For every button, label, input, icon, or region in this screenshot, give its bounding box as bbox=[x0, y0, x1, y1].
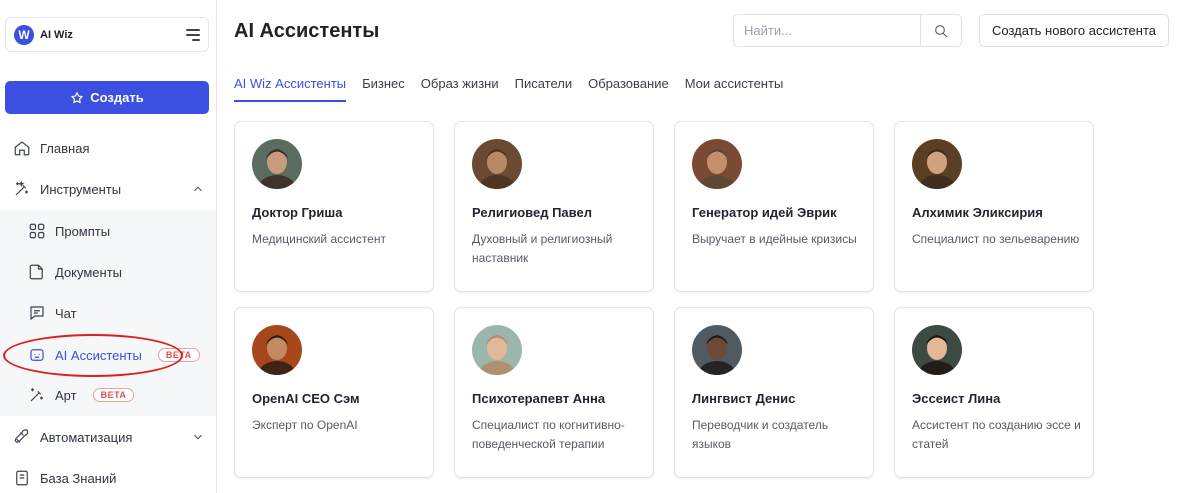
tab-5[interactable]: Мои ассистенты bbox=[685, 76, 784, 102]
assistant-name: OpenAI CEO Сэм bbox=[252, 391, 360, 406]
avatar bbox=[912, 139, 962, 189]
sidebar-item-automation[interactable]: Автоматизация bbox=[0, 418, 217, 456]
sidebar-item-label: Главная bbox=[40, 140, 90, 156]
assistant-card[interactable]: Генератор идей Эврик Выручает в идейные к… bbox=[674, 121, 874, 292]
avatar bbox=[692, 325, 742, 375]
magic-wand-icon bbox=[27, 385, 47, 405]
assistant-card[interactable]: Алхимик Эликсирия Специалист по зельеваре… bbox=[894, 121, 1094, 292]
sidebar-item-chat[interactable]: Чат bbox=[0, 294, 217, 332]
logo-text: AI Wiz bbox=[40, 28, 73, 41]
search-button[interactable] bbox=[920, 15, 961, 46]
avatar bbox=[252, 139, 302, 189]
avatar bbox=[912, 325, 962, 375]
tab-0[interactable]: AI Wiz Ассистенты bbox=[234, 76, 347, 102]
assistant-description: Выручает в идейные кризисы bbox=[692, 232, 857, 246]
assistant-card[interactable]: OpenAI CEO Сэм Эксперт по OpenAI bbox=[234, 307, 434, 478]
assistant-name: Алхимик Эликсирия bbox=[912, 205, 1043, 220]
assistant-name: Эссеист Лина bbox=[912, 391, 1001, 406]
assistant-description: Переводчик и создатель языков bbox=[692, 418, 829, 451]
magic-wand-icon bbox=[12, 179, 32, 199]
chevron-up-icon[interactable] bbox=[191, 182, 205, 196]
assistant-name: Психотерапевт Анна bbox=[472, 391, 606, 406]
sidebar-item-label: AI Ассистенты bbox=[55, 347, 142, 363]
book-icon bbox=[12, 468, 32, 488]
sidebar-item-label: База Знаний bbox=[40, 470, 117, 486]
assistant-name: Доктор Гриша bbox=[252, 205, 343, 220]
assistant-description: Специалист по когнитивно-поведенческой т… bbox=[472, 418, 625, 451]
assistant-name: Генератор идей Эврик bbox=[692, 205, 837, 220]
avatar bbox=[472, 325, 522, 375]
assistant-description: Духовный и религиозный наставник bbox=[472, 232, 613, 265]
sidebar-item-label: Промпты bbox=[55, 223, 111, 239]
sidebar-item-label: Документы bbox=[55, 264, 123, 280]
tab-4[interactable]: Образование bbox=[588, 76, 669, 102]
robot-icon bbox=[27, 345, 47, 365]
sidebar-item-prompts[interactable]: Промпты bbox=[0, 212, 217, 250]
search-box bbox=[733, 14, 962, 47]
sidebar-item-label: Арт bbox=[55, 387, 77, 403]
home-icon bbox=[12, 138, 32, 158]
assistant-name: Лингвист Денис bbox=[692, 391, 796, 406]
sidebar-item-label: Инструменты bbox=[40, 181, 122, 197]
assistant-card[interactable]: Эссеист Лина Ассистент по созданию эссе и… bbox=[894, 307, 1094, 478]
assistant-card[interactable]: Религиовед Павел Духовный и религиозный н… bbox=[454, 121, 654, 292]
assistant-description: Медицинский ассистент bbox=[252, 232, 386, 246]
sidebar-item-ai-assistants[interactable]: AI Ассистенты BETA bbox=[0, 336, 217, 374]
avatar bbox=[472, 139, 522, 189]
sidebar: W AI Wiz Создать Главная Инструменты Про… bbox=[0, 0, 217, 493]
logo-icon: W bbox=[14, 24, 34, 45]
page-title: AI Ассистенты bbox=[234, 20, 380, 42]
beta-badge: BETA bbox=[157, 348, 200, 362]
beta-badge: BETA bbox=[92, 388, 135, 402]
sidebar-item-knowledge-base[interactable]: База Знаний bbox=[0, 459, 217, 493]
create-button-label: Создать bbox=[90, 90, 144, 105]
document-icon bbox=[27, 262, 47, 282]
search-icon bbox=[935, 24, 948, 37]
avatar bbox=[252, 325, 302, 375]
category-tabs: AI Wiz Ассистенты Бизнес Образ жизни Писате… bbox=[234, 76, 783, 102]
assistant-description: Эксперт по OpenAI bbox=[252, 418, 358, 432]
sidebar-item-tools[interactable]: Инструменты bbox=[0, 170, 217, 208]
tab-1[interactable]: Бизнес bbox=[362, 76, 405, 102]
assistant-card[interactable]: Доктор Гриша Медицинский ассистент bbox=[234, 121, 434, 292]
sidebar-item-art[interactable]: Арт BETA bbox=[0, 376, 217, 414]
assistant-name: Религиовед Павел bbox=[472, 205, 592, 220]
assistant-card[interactable]: Психотерапевт Анна Специалист по когнитив… bbox=[454, 307, 654, 478]
assistant-description: Ассистент по созданию эссе и статей bbox=[912, 418, 1081, 451]
sidebar-item-label: Чат bbox=[55, 305, 77, 321]
tab-3[interactable]: Писатели bbox=[515, 76, 573, 102]
logo-box[interactable]: W AI Wiz bbox=[5, 17, 209, 52]
assistant-description: Специалист по зельеварению bbox=[912, 232, 1080, 246]
search-input[interactable] bbox=[734, 15, 920, 46]
create-button[interactable]: Создать bbox=[5, 81, 209, 114]
star-icon bbox=[71, 91, 83, 103]
grid-icon bbox=[27, 221, 47, 241]
rocket-icon bbox=[12, 427, 32, 447]
avatar bbox=[692, 139, 742, 189]
sidebar-item-label: Автоматизация bbox=[40, 429, 133, 445]
sidebar-item-documents[interactable]: Документы bbox=[0, 253, 217, 291]
assistant-card[interactable]: Лингвист Денис Переводчик и создатель язы… bbox=[674, 307, 874, 478]
collapse-menu-icon[interactable] bbox=[186, 28, 200, 41]
tab-2[interactable]: Образ жизни bbox=[421, 76, 499, 102]
chat-icon bbox=[27, 303, 47, 323]
chevron-down-icon[interactable] bbox=[191, 430, 205, 444]
sidebar-item-home[interactable]: Главная bbox=[0, 129, 217, 167]
create-new-assistant-button[interactable]: Создать нового ассистента bbox=[979, 14, 1169, 47]
